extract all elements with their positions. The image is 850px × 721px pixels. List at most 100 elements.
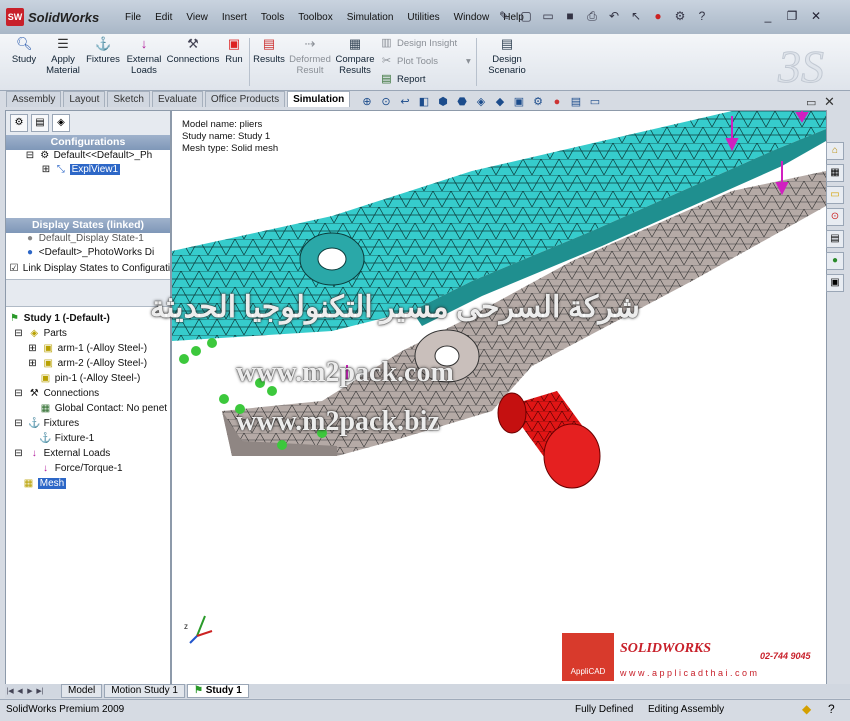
tab-evaluate[interactable]: Evaluate [151, 91, 203, 107]
tab-motion-study-1[interactable]: Motion Study 1 [104, 684, 185, 698]
view-palette-icon[interactable]: ▤ [826, 230, 844, 248]
plot-tools-button[interactable]: ✂ Plot Tools ▾ [380, 55, 471, 68]
study-button[interactable]: 🔍︎ Study [8, 36, 40, 65]
viewport-close-icon[interactable]: ✕ [824, 94, 835, 110]
prev-tab-icon[interactable]: ◀ [15, 687, 25, 695]
apply-material-button[interactable]: ☰ Apply Material [44, 36, 82, 76]
tree-item-global-contact[interactable]: ▦ Global Contact: No penet [39, 403, 167, 414]
tree-item-part[interactable]: ⊞ ▣ arm-1 (-Alloy Steel-) [26, 343, 147, 354]
tab-model[interactable]: Model [61, 684, 103, 698]
display-pane-icon[interactable]: ▤ [569, 95, 583, 109]
feature-manager-tab-icon[interactable]: ⚙ [10, 114, 28, 132]
menu-view[interactable]: View [179, 10, 215, 25]
results-button[interactable]: ▤ Results [252, 36, 286, 65]
undo-icon[interactable]: ↶ [606, 8, 622, 24]
rebuild-traffic-light-icon[interactable]: ● [650, 8, 666, 24]
display-state-item[interactable]: ● Default_Display State-1 [6, 233, 170, 247]
tab-layout[interactable]: Layout [63, 91, 106, 107]
pin-icon[interactable]: ✎ [496, 8, 512, 24]
checkbox-checked-icon[interactable]: ☑ [8, 263, 20, 274]
save-icon[interactable]: ■ [562, 8, 578, 24]
expl-view-item[interactable]: ⊞ ⤡ ExplView1 [6, 164, 170, 178]
tree-item-part[interactable]: ▣ pin-1 (-Alloy Steel-) [39, 373, 141, 384]
tab-assembly[interactable]: Assembly [6, 91, 62, 107]
zoom-to-area-icon[interactable]: ⊙ [379, 95, 393, 109]
menu-window[interactable]: Window [447, 10, 497, 25]
search-icon[interactable]: ⊙ [826, 208, 844, 226]
fixtures-button[interactable]: ⚓ Fixtures [84, 36, 122, 65]
first-tab-icon[interactable]: |◀ [5, 687, 15, 695]
collapse-icon[interactable]: ⊟ [12, 328, 25, 339]
restore-icon[interactable]: ❐ [784, 8, 800, 24]
tree-item-connections[interactable]: ⊟ ⚒ Connections [12, 388, 99, 399]
graphics-viewport[interactable]: Model name: pliers Study name: Study 1 M… [171, 110, 827, 686]
expand-icon[interactable]: ⊞ [26, 343, 39, 354]
hide-show-items-icon[interactable]: ◈ [474, 95, 488, 109]
custom-properties-icon[interactable]: ▣ [826, 274, 844, 292]
menu-file[interactable]: File [118, 10, 148, 25]
tab-sketch[interactable]: Sketch [107, 91, 150, 107]
menu-utilities[interactable]: Utilities [400, 10, 446, 25]
minimize-icon[interactable]: _ [760, 8, 776, 24]
tree-item-mesh[interactable]: ▦ Mesh [22, 478, 67, 489]
tree-item-external-loads[interactable]: ⊟ ↓ External Loads [12, 448, 110, 459]
tree-item-part[interactable]: ⊞ ▣ arm-2 (-Alloy Steel-) [26, 358, 147, 369]
print-icon[interactable]: ⎙ [584, 8, 600, 24]
new-file-icon[interactable]: ▢ [518, 8, 534, 24]
home-icon[interactable]: ⌂ [826, 142, 844, 160]
help-icon[interactable]: ? [694, 8, 710, 24]
viewport-restore-icon[interactable]: ▭ [806, 96, 816, 109]
tree-item-parts[interactable]: ⊟ ◈ Parts [12, 328, 67, 339]
help-status-icon[interactable]: ? [828, 702, 835, 716]
panel-splitter[interactable] [6, 279, 170, 307]
monitor-icon[interactable]: ▭ [588, 95, 602, 109]
expand-icon[interactable]: ⊞ [40, 164, 52, 175]
view-settings-icon[interactable]: ⚙ [531, 95, 545, 109]
apply-scene-icon[interactable]: ▣ [512, 95, 526, 109]
tab-office-products[interactable]: Office Products [204, 91, 286, 107]
run-button[interactable]: ▣ Run [222, 36, 246, 65]
report-button[interactable]: ▤ Report [380, 73, 425, 86]
design-insight-button[interactable]: ▥ Design Insight [380, 37, 457, 50]
app-logo[interactable]: SW SolidWorks [6, 7, 99, 27]
edit-appearance-icon[interactable]: ◆ [493, 95, 507, 109]
compare-results-button[interactable]: ▦ Compare Results [334, 36, 376, 76]
tab-study-1[interactable]: ⚑ Study 1 [186, 684, 249, 698]
design-scenario-button[interactable]: ▤ Design Scenario [484, 36, 530, 76]
menu-insert[interactable]: Insert [215, 10, 254, 25]
display-style-icon[interactable]: ⬣ [455, 95, 469, 109]
file-explorer-icon[interactable]: ▭ [826, 186, 844, 204]
link-display-states-checkbox[interactable]: ☑ Link Display States to Configuratio [6, 263, 170, 277]
tab-simulation[interactable]: Simulation [287, 91, 351, 107]
config-item[interactable]: ⊟ ⚙ Default<<Default>_Ph [6, 150, 170, 164]
menu-edit[interactable]: Edit [148, 10, 179, 25]
plot-tools-dropdown-icon[interactable]: ▾ [466, 56, 471, 67]
tree-item-fixture[interactable]: ⚓ Fixture-1 [39, 433, 94, 444]
tree-item-force[interactable]: ↓ Force/Torque-1 [39, 463, 123, 474]
display-state-item[interactable]: ● <Default>_PhotoWorks Di [6, 247, 170, 261]
expand-icon[interactable]: ⊞ [26, 358, 39, 369]
menu-toolbox[interactable]: Toolbox [291, 10, 339, 25]
deformed-result-button[interactable]: ⇢ Deformed Result [288, 36, 332, 76]
collapse-icon[interactable]: ⊟ [12, 418, 25, 429]
expand-icon[interactable]: ⊟ [24, 150, 36, 161]
last-tab-icon[interactable]: ▶| [35, 687, 45, 695]
connections-button[interactable]: ⚒ Connections [166, 36, 220, 65]
close-icon[interactable]: ✕ [808, 8, 824, 24]
tree-item-fixtures[interactable]: ⊟ ⚓ Fixtures [12, 418, 79, 429]
appearances-icon[interactable]: ● [826, 252, 844, 270]
options-gear-icon[interactable]: ⚙ [672, 8, 688, 24]
configuration-manager-tab-icon[interactable]: ◈ [52, 114, 70, 132]
next-tab-icon[interactable]: ▶ [25, 687, 35, 695]
menu-tools[interactable]: Tools [254, 10, 291, 25]
menu-simulation[interactable]: Simulation [340, 10, 401, 25]
mesh-model-graphic[interactable]: z [172, 111, 826, 685]
pin-1-red[interactable] [497, 391, 601, 489]
study-root[interactable]: ⚑ Study 1 (-Default-) [8, 313, 110, 324]
previous-view-icon[interactable]: ↩ [398, 95, 412, 109]
resources-icon[interactable]: ▦ [826, 164, 844, 182]
color-wheel-icon[interactable]: ● [550, 95, 564, 109]
collapse-icon[interactable]: ⊟ [12, 448, 25, 459]
property-manager-tab-icon[interactable]: ▤ [31, 114, 49, 132]
rebuild-status-icon[interactable]: ◆ [802, 702, 811, 716]
